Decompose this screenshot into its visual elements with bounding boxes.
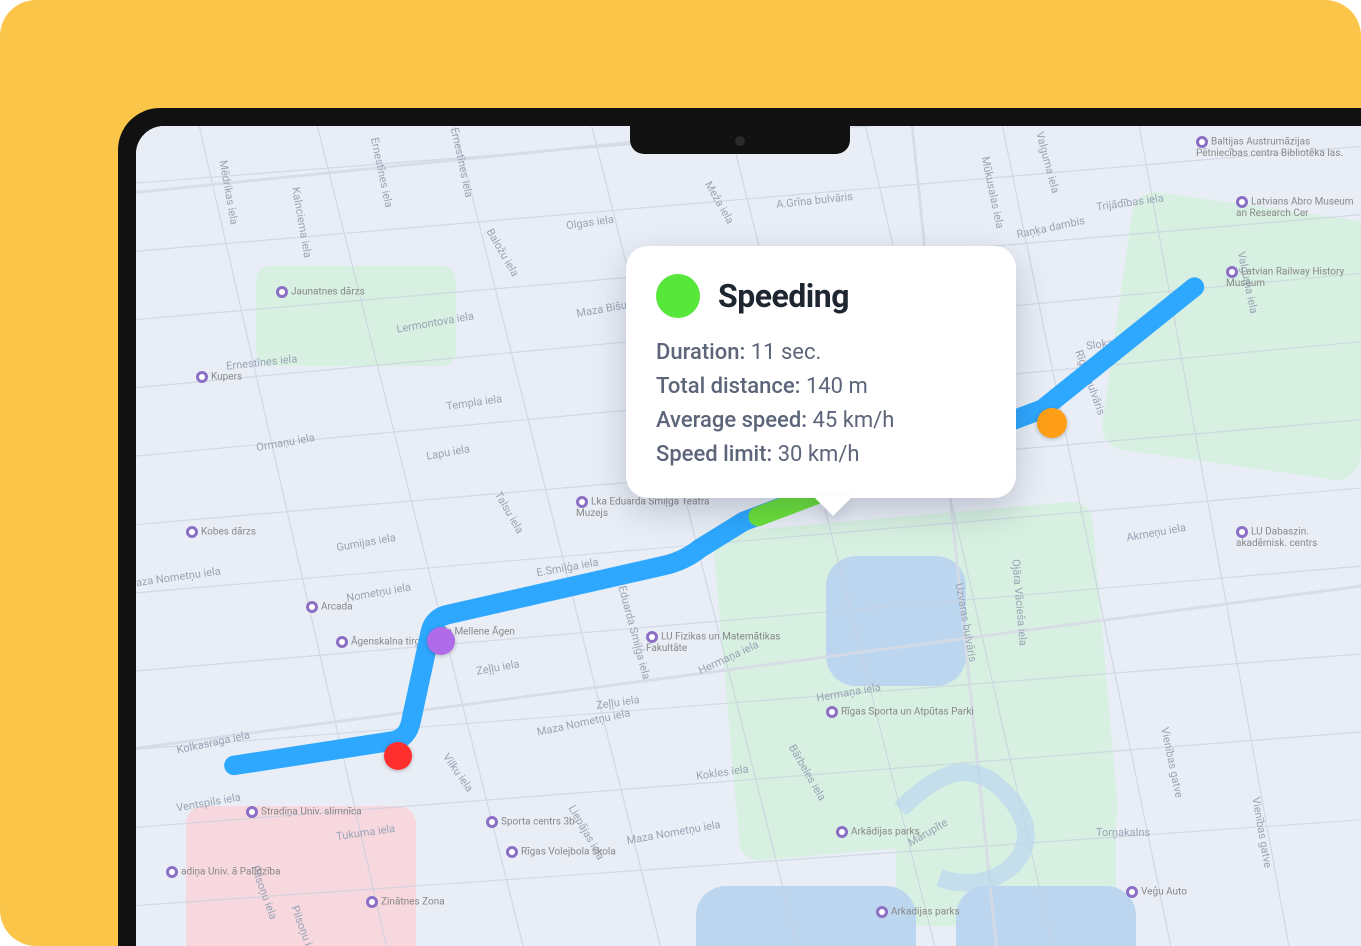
map-water-area xyxy=(826,556,966,686)
map-water-area xyxy=(956,886,1136,946)
tooltip-title: Speeding xyxy=(718,277,849,315)
route-marker-harsh-braking[interactable] xyxy=(384,742,412,770)
status-dot-icon xyxy=(656,274,700,318)
tooltip-row: Speed limit: 30 km/h xyxy=(656,438,986,472)
event-tooltip: Speeding Duration: 11 sec.Total distance… xyxy=(626,246,1016,498)
hero-card: Ernestīnes ielaMēdrikas ielaKalnciema ie… xyxy=(0,0,1361,946)
laptop-notch xyxy=(630,126,850,154)
laptop-frame: Ernestīnes ielaMēdrikas ielaKalnciema ie… xyxy=(118,108,1361,946)
tooltip-row: Total distance: 140 m xyxy=(656,370,986,404)
route-marker-event[interactable] xyxy=(1037,408,1067,438)
tooltip-row: Average speed: 45 km/h xyxy=(656,404,986,438)
tooltip-row: Duration: 11 sec. xyxy=(656,336,986,370)
map-screen[interactable]: Ernestīnes ielaMēdrikas ielaKalnciema ie… xyxy=(136,126,1361,946)
map-park-area xyxy=(1099,189,1361,483)
map-park-area xyxy=(256,266,456,366)
route-marker-event[interactable] xyxy=(427,627,455,655)
map-water-area xyxy=(696,886,916,946)
map-hospital-area xyxy=(186,806,416,946)
